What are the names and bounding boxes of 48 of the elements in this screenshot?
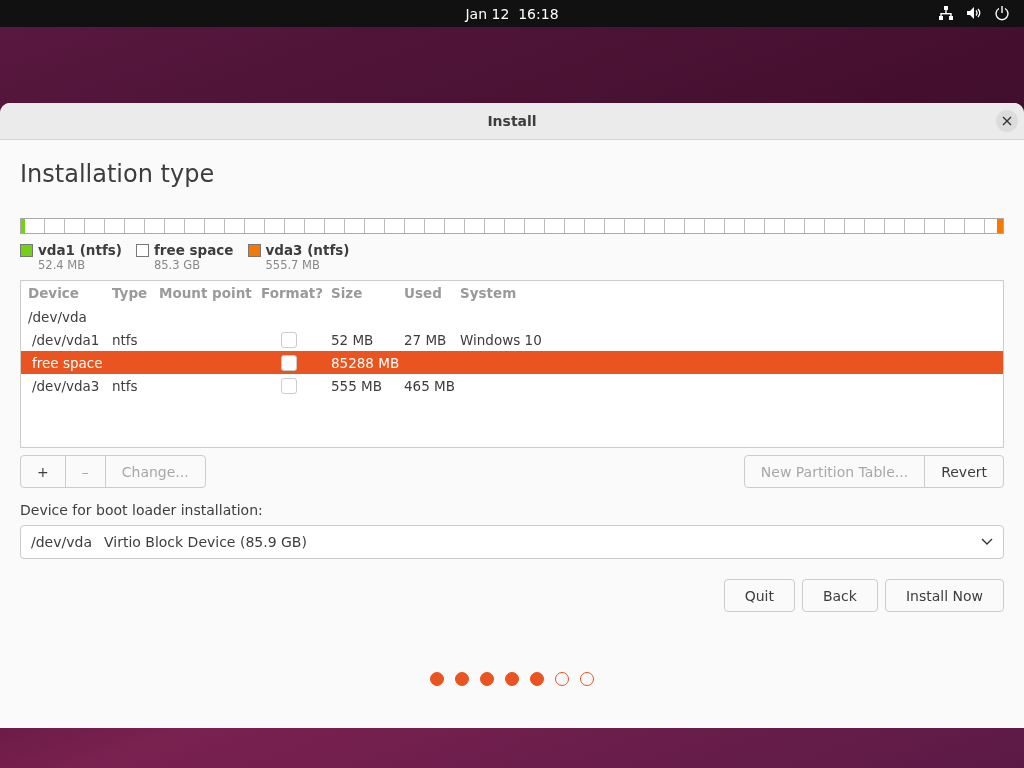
table-cell-text: ntfs bbox=[112, 331, 139, 348]
table-cell-text: /dev/vda1 bbox=[31, 331, 101, 348]
table-cell-text: 465 MB bbox=[404, 377, 456, 394]
column-header[interactable]: System bbox=[460, 285, 1003, 301]
close-button[interactable] bbox=[996, 110, 1018, 132]
table-cell-text: 85288 MB bbox=[331, 354, 401, 371]
table-row[interactable]: free space 85288 MB bbox=[21, 351, 1003, 374]
table-cell-text: ntfs bbox=[112, 377, 139, 394]
column-header[interactable]: Used bbox=[404, 285, 460, 301]
column-header[interactable]: Type bbox=[112, 285, 159, 301]
chevron-icon bbox=[981, 538, 993, 546]
table-row[interactable]: /dev/vda1 ntfs 52 MB 27 MB Windows 10 bbox=[21, 328, 1003, 351]
table-action-button[interactable]: Revert bbox=[924, 455, 1004, 488]
format-checkbox[interactable] bbox=[281, 354, 297, 371]
network-icon[interactable] bbox=[938, 5, 954, 21]
boot-loader-label: Device for boot loader installation: bbox=[20, 502, 264, 518]
action-button[interactable]: Quit bbox=[723, 579, 795, 612]
partition-edit-button[interactable]: + bbox=[20, 455, 66, 488]
legend-size: 85.3 GB bbox=[153, 258, 202, 272]
window-title: Install bbox=[487, 113, 537, 129]
table-row[interactable]: /dev/vda3 ntfs 555 MB 465 MB bbox=[21, 374, 1003, 397]
format-checkbox[interactable] bbox=[281, 377, 297, 394]
close-icon bbox=[1002, 116, 1012, 126]
column-header[interactable]: Size bbox=[331, 285, 404, 301]
column-header[interactable]: Device bbox=[28, 285, 112, 301]
table-cell-text: 27 MB bbox=[404, 331, 448, 348]
table-cell-text: /dev/vda bbox=[28, 308, 88, 325]
legend-label: vda1 (ntfs) bbox=[38, 242, 122, 258]
table-cell-text: 555 MB bbox=[331, 377, 383, 394]
legend-label: vda3 (ntfs) bbox=[265, 242, 350, 258]
action-button[interactable]: Back bbox=[801, 579, 878, 612]
clock[interactable]: Jan 12 16:18 bbox=[465, 5, 559, 22]
table-row[interactable]: /dev/vda bbox=[21, 305, 1003, 328]
column-header[interactable]: Mount point bbox=[159, 285, 261, 301]
page-heading: Installation type bbox=[20, 160, 216, 188]
power-icon[interactable] bbox=[994, 5, 1010, 21]
table-cell-text: free space bbox=[31, 354, 104, 371]
format-checkbox[interactable] bbox=[281, 331, 297, 348]
action-button[interactable]: Install Now bbox=[884, 579, 1004, 612]
volume-icon[interactable] bbox=[966, 5, 982, 21]
legend-size: 555.7 MB bbox=[264, 258, 321, 272]
legend-size: 52.4 MB bbox=[37, 258, 87, 272]
table-cell-text: 52 MB bbox=[331, 331, 375, 348]
table-cell-text: Windows 10 bbox=[460, 331, 543, 348]
legend-label: free space bbox=[154, 242, 234, 258]
column-header[interactable]: Format? bbox=[261, 285, 331, 301]
table-cell-text: /dev/vda3 bbox=[31, 377, 101, 394]
boot-loader-dropdown[interactable]: /dev/vda Virtio Block Device (85.9 GB) bbox=[20, 525, 1004, 559]
